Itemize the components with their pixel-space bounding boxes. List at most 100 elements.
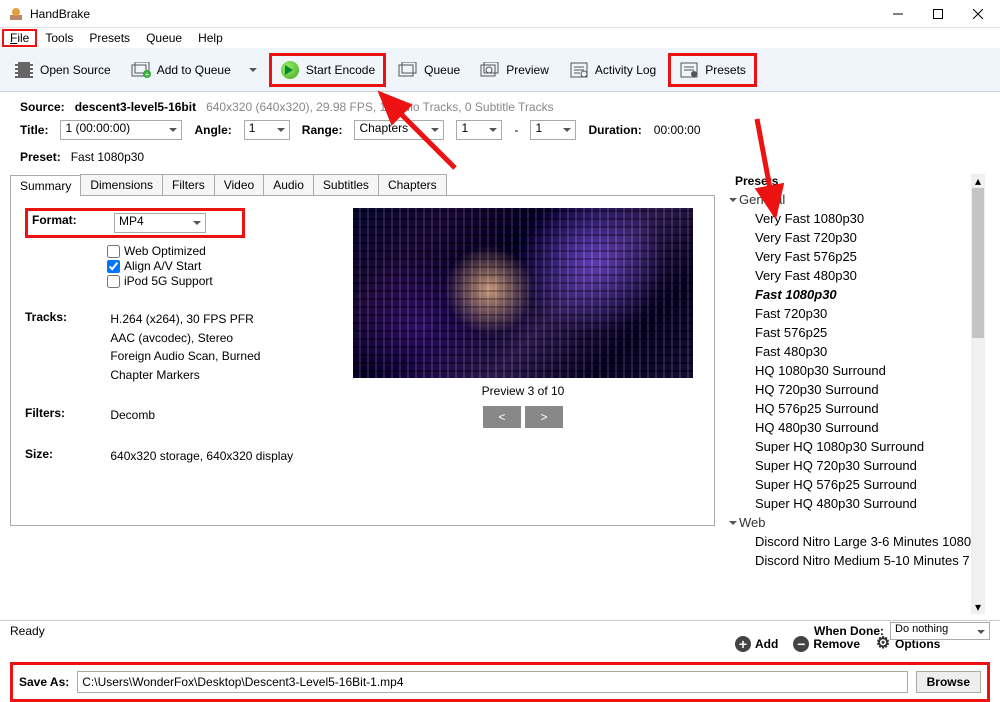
queue-button[interactable]: Queue [390, 53, 468, 87]
pictures-add-icon: + [131, 61, 151, 79]
summary-panel: Format: MP4 Web Optimized Align A/V Star… [10, 196, 715, 526]
save-as-label: Save As: [19, 675, 69, 689]
activity-log-button[interactable]: Activity Log [561, 53, 664, 87]
preset-item[interactable]: Fast 720p30 [731, 304, 985, 323]
preset-item[interactable]: Super HQ 1080p30 Surround [731, 437, 985, 456]
when-done-select[interactable]: Do nothing [890, 622, 990, 640]
preset-item[interactable]: Very Fast 480p30 [731, 266, 985, 285]
maximize-button[interactable] [918, 1, 958, 27]
preset-label: Preset: [20, 150, 61, 164]
scroll-up-icon[interactable]: ▴ [971, 174, 985, 188]
presets-icon [679, 61, 699, 79]
format-label: Format: [32, 213, 114, 233]
preview-button[interactable]: Preview [472, 53, 557, 87]
menu-file[interactable]: File [2, 29, 37, 47]
minimize-button[interactable] [878, 1, 918, 27]
log-icon [569, 61, 589, 79]
menu-tools[interactable]: Tools [37, 30, 81, 46]
film-icon [14, 61, 34, 79]
tab-summary[interactable]: Summary [10, 175, 81, 196]
preset-item[interactable]: Very Fast 720p30 [731, 228, 985, 247]
preset-item[interactable]: HQ 480p30 Surround [731, 418, 985, 437]
scroll-down-icon[interactable]: ▾ [971, 600, 985, 614]
source-name: descent3-level5-16bit [75, 100, 196, 114]
preset-item[interactable]: HQ 720p30 Surround [731, 380, 985, 399]
preset-item[interactable]: Fast 480p30 [731, 342, 985, 361]
status-text: Ready [10, 624, 45, 638]
titlebar: HandBrake [0, 0, 1000, 28]
tab-chapters[interactable]: Chapters [378, 174, 447, 195]
preview-image [353, 208, 693, 378]
tab-filters[interactable]: Filters [162, 174, 215, 195]
preset-item[interactable]: Very Fast 576p25 [731, 247, 985, 266]
range-type-select[interactable]: Chapters [354, 120, 444, 140]
range-to-select[interactable]: 1 [530, 120, 576, 140]
duration-label: Duration: [588, 123, 641, 137]
source-meta: 640x320 (640x320), 29.98 FPS, 1 Audio Tr… [206, 100, 554, 114]
preview-next-button[interactable]: > [525, 406, 563, 428]
scroll-thumb[interactable] [972, 188, 984, 338]
preset-item[interactable]: Super HQ 576p25 Surround [731, 475, 985, 494]
window-title: HandBrake [30, 7, 878, 21]
preset-item[interactable]: Very Fast 1080p30 [731, 209, 985, 228]
preset-item[interactable]: HQ 576p25 Surround [731, 399, 985, 418]
presets-tree: General Very Fast 1080p30Very Fast 720p3… [725, 190, 985, 630]
preview-prev-button[interactable]: < [483, 406, 521, 428]
duration-value: 00:00:00 [654, 123, 701, 137]
presets-button[interactable]: Presets [668, 53, 757, 87]
preset-item[interactable]: Super HQ 720p30 Surround [731, 456, 985, 475]
browse-button[interactable]: Browse [916, 671, 981, 693]
menu-presets[interactable]: Presets [81, 30, 138, 46]
range-label: Range: [302, 123, 343, 137]
presets-panel: Presets General Very Fast 1080p30Very Fa… [725, 174, 985, 658]
preset-item[interactable]: Fast 1080p30 [731, 285, 985, 304]
preset-value: Fast 1080p30 [71, 150, 144, 164]
ipod-checkbox[interactable]: iPod 5G Support [107, 274, 335, 288]
format-select[interactable]: MP4 [114, 213, 206, 233]
filters-value: Decomb [110, 406, 155, 425]
save-as-row: Save As: Browse [10, 662, 990, 702]
presets-scrollbar[interactable]: ▴ ▾ [971, 174, 985, 614]
open-source-button[interactable]: Open Source [6, 53, 119, 87]
title-select[interactable]: 1 (00:00:00) [60, 120, 182, 140]
tab-subtitles[interactable]: Subtitles [313, 174, 379, 195]
preset-item[interactable]: Fast 576p25 [731, 323, 985, 342]
preset-item[interactable]: Super HQ 480p30 Surround [731, 494, 985, 513]
preset-item[interactable]: HQ 1080p30 Surround [731, 361, 985, 380]
save-as-input[interactable] [77, 671, 907, 693]
preset-category-web[interactable]: Web [731, 513, 985, 532]
range-from-select[interactable]: 1 [456, 120, 502, 140]
app-icon [8, 6, 24, 22]
close-button[interactable] [958, 1, 998, 27]
tab-dimensions[interactable]: Dimensions [80, 174, 163, 195]
source-row: Source: descent3-level5-16bit 640x320 (6… [0, 92, 1000, 114]
tab-video[interactable]: Video [214, 174, 264, 195]
preset-row: Preset: Fast 1080p30 [0, 140, 1000, 174]
menu-queue[interactable]: Queue [138, 30, 190, 46]
angle-label: Angle: [194, 123, 231, 137]
statusbar: Ready When Done: Do nothing [0, 620, 1000, 640]
angle-select[interactable]: 1 [244, 120, 290, 140]
size-label: Size: [25, 447, 107, 461]
svg-text:+: + [144, 70, 149, 78]
preview-icon [480, 61, 500, 79]
preset-item[interactable]: Discord Nitro Medium 5-10 Minutes 720p [731, 551, 985, 570]
align-av-checkbox[interactable]: Align A/V Start [107, 259, 335, 273]
source-label: Source: [20, 100, 65, 114]
menu-help[interactable]: Help [190, 30, 231, 46]
tracks-label: Tracks: [25, 310, 107, 324]
title-label: Title: [20, 123, 48, 137]
preset-item[interactable]: Discord Nitro Large 3-6 Minutes 1080p [731, 532, 985, 551]
preview-caption: Preview 3 of 10 [353, 384, 693, 398]
title-row: Title: 1 (00:00:00) Angle: 1 Range: Chap… [0, 114, 1000, 140]
add-to-queue-button[interactable]: +Add to Queue [123, 53, 265, 87]
window-controls [878, 1, 998, 27]
start-encode-button[interactable]: Start Encode [269, 53, 386, 87]
tab-audio[interactable]: Audio [263, 174, 314, 195]
play-icon [280, 61, 300, 79]
web-optimized-checkbox[interactable]: Web Optimized [107, 244, 335, 258]
toolbar: Open Source +Add to Queue Start Encode Q… [0, 48, 1000, 92]
filters-label: Filters: [25, 406, 107, 420]
tabs: Summary Dimensions Filters Video Audio S… [10, 174, 715, 196]
preset-category-general[interactable]: General [731, 190, 985, 209]
